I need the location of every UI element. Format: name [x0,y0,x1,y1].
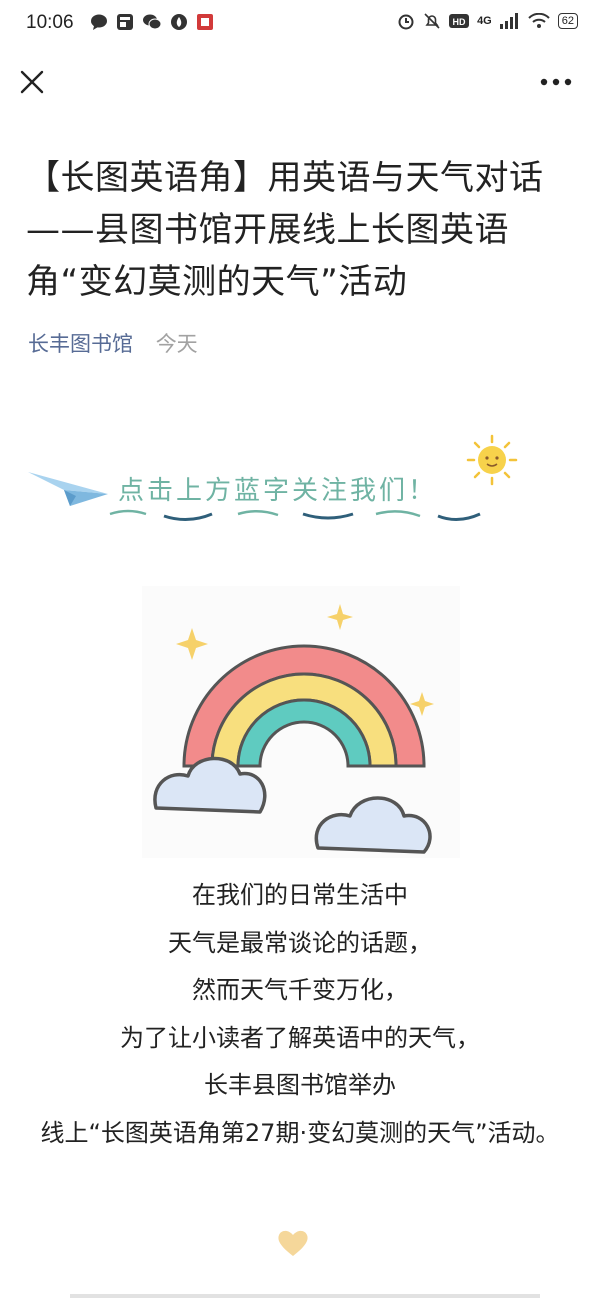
body-line: 线上“长图英语角第27期·变幻莫测的天气”活动。 [40,1118,560,1147]
body-line: 为了让小读者了解英语中的天气， [120,1023,480,1052]
mute-bell-icon [424,13,440,29]
article-title: 【长图英语角】用英语与天气对话 ——县图书馆开展线上长图英语角“变幻莫测的天气”… [26,158,544,302]
flame-app-icon [171,14,187,30]
status-bar: 10:06 HD 4G 62 [0,0,600,46]
wechat-icon [143,14,162,30]
red-app-icon [197,14,213,30]
network-type: 4G [477,15,492,27]
heart-icon [278,1230,308,1256]
chat-bubble-icon [91,14,107,30]
signal-icon [499,13,518,29]
more-icon[interactable] [534,64,578,100]
alarm-icon [398,14,414,30]
app-notification-icon [117,14,133,30]
notification-icons [90,13,214,31]
close-icon[interactable] [14,64,50,100]
body-line: 天气是最常谈论的话题， [168,928,432,957]
sun-icon [466,434,518,486]
rainbow-illustration [142,586,460,858]
body-line: 长丰县图书馆举办 [204,1071,396,1099]
system-icons: HD 4G 62 [397,12,578,30]
scroll-divider [70,1294,540,1298]
hd-icon: HD [449,14,470,28]
follow-banner: 点击上方蓝字关注我们！ [24,432,584,532]
wifi-icon [528,13,550,28]
svg-text:HD: HD [453,17,466,27]
article-meta: 长丰图书馆 今天 [28,328,198,358]
status-time: 10:06 [26,12,74,33]
paper-plane-icon [28,472,108,506]
body-line: 在我们的日常生活中 [192,881,408,909]
publish-date: 今天 [155,332,198,356]
article-toolbar [0,52,600,112]
author-link[interactable]: 长丰图书馆 [28,332,133,356]
wave-line-decoration [109,509,481,521]
body-line: 然而天气千变万化， [192,976,408,1004]
battery-icon: 62 [557,13,578,29]
article-body: 在我们的日常生活中 天气是最常谈论的话题， 然而天气千变万化， 为了让小读者了解… [30,872,570,1157]
